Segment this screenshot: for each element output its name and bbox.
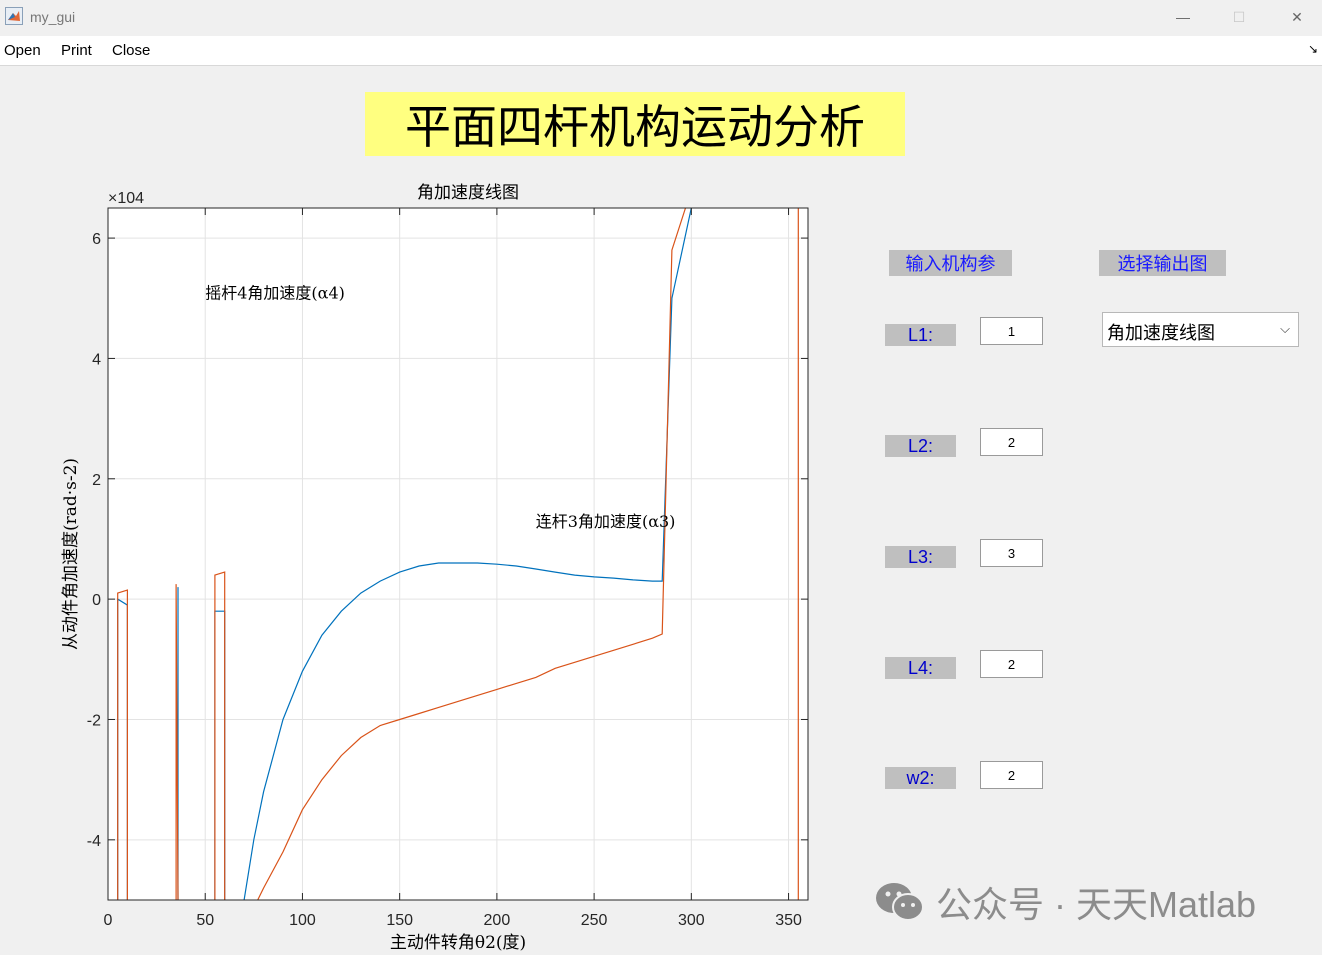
annotation-1: 摇杆4角加速度(α4) bbox=[205, 283, 345, 302]
y-tick-label: -2 bbox=[87, 712, 101, 729]
menu-open[interactable]: Open bbox=[4, 42, 41, 59]
window-title: my_gui bbox=[30, 9, 76, 25]
watermark: 公众号 · 天天Matlab bbox=[874, 878, 1304, 926]
x-tick-label: 350 bbox=[775, 912, 802, 929]
l4-input[interactable] bbox=[980, 650, 1043, 678]
l1-label: L1: bbox=[885, 324, 956, 346]
matlab-app-icon bbox=[5, 7, 23, 25]
y-tick-label: 2 bbox=[92, 472, 101, 489]
l2-input[interactable] bbox=[980, 428, 1043, 456]
x-tick-label: 150 bbox=[386, 912, 413, 929]
menu-bar: Open Print Close ↘ bbox=[0, 36, 1322, 66]
maximize-button[interactable]: ☐ bbox=[1216, 0, 1262, 34]
w2-input[interactable] bbox=[980, 761, 1043, 789]
chart-title: 角加速度线图 bbox=[417, 183, 519, 203]
minimize-icon: — bbox=[1176, 9, 1190, 25]
watermark-text: 公众号 · 天天Matlab bbox=[936, 884, 1257, 925]
maximize-icon: ☐ bbox=[1232, 8, 1246, 25]
output-plot-header: 选择输出图 bbox=[1099, 250, 1226, 276]
minimize-button[interactable]: — bbox=[1160, 0, 1206, 34]
wechat-icon bbox=[876, 883, 924, 921]
l4-label: L4: bbox=[885, 657, 956, 679]
y-tick-label: 0 bbox=[92, 592, 101, 609]
x-tick-label: 0 bbox=[104, 912, 113, 929]
l2-label: L2: bbox=[885, 435, 956, 457]
window-titlebar: my_gui — ☐ ✕ bbox=[0, 0, 1322, 36]
x-tick-label: 50 bbox=[196, 912, 214, 929]
y-tick-label: 6 bbox=[92, 231, 101, 248]
l3-input[interactable] bbox=[980, 539, 1043, 567]
plot-area bbox=[108, 208, 808, 900]
x-tick-label: 250 bbox=[581, 912, 608, 929]
l1-input[interactable] bbox=[980, 317, 1043, 345]
menu-close[interactable]: Close bbox=[112, 42, 150, 59]
l3-label: L3: bbox=[885, 546, 956, 568]
input-params-header: 输入机构参 bbox=[889, 250, 1012, 276]
chevron-down-icon: ⌵ bbox=[1280, 321, 1290, 336]
y-tick-label: 4 bbox=[92, 351, 101, 368]
toolbar-toggle-icon[interactable]: ↘ bbox=[1308, 42, 1318, 56]
annotation-2: 连杆3角加速度(α3) bbox=[536, 512, 676, 531]
y-axis-label: 从动件角加速度(rad·s-2) bbox=[61, 458, 81, 650]
x-tick-label: 300 bbox=[678, 912, 705, 929]
main-title: 平面四杆机构运动分析 bbox=[365, 92, 905, 156]
x-tick-label: 200 bbox=[484, 912, 511, 929]
w2-label: w2: bbox=[885, 767, 956, 789]
y-tick-label: -4 bbox=[87, 833, 101, 850]
plot-type-select[interactable]: 角加速度线图 ⌵ bbox=[1102, 312, 1299, 347]
menu-print[interactable]: Print bbox=[61, 42, 92, 59]
plot-type-value: 角加速度线图 bbox=[1107, 323, 1215, 344]
y-exponent-label: ×104 bbox=[108, 190, 144, 207]
close-icon: ✕ bbox=[1291, 8, 1303, 25]
x-tick-label: 100 bbox=[289, 912, 316, 929]
close-window-button[interactable]: ✕ bbox=[1274, 0, 1320, 34]
angular-acceleration-chart: 0 50 100 150 200 250 300 350 -4 -2 0 2 4 6 ×104 角加速度线图主… bbox=[61, 183, 809, 953]
x-axis-label: 主动件转角θ2(度) bbox=[390, 933, 526, 953]
